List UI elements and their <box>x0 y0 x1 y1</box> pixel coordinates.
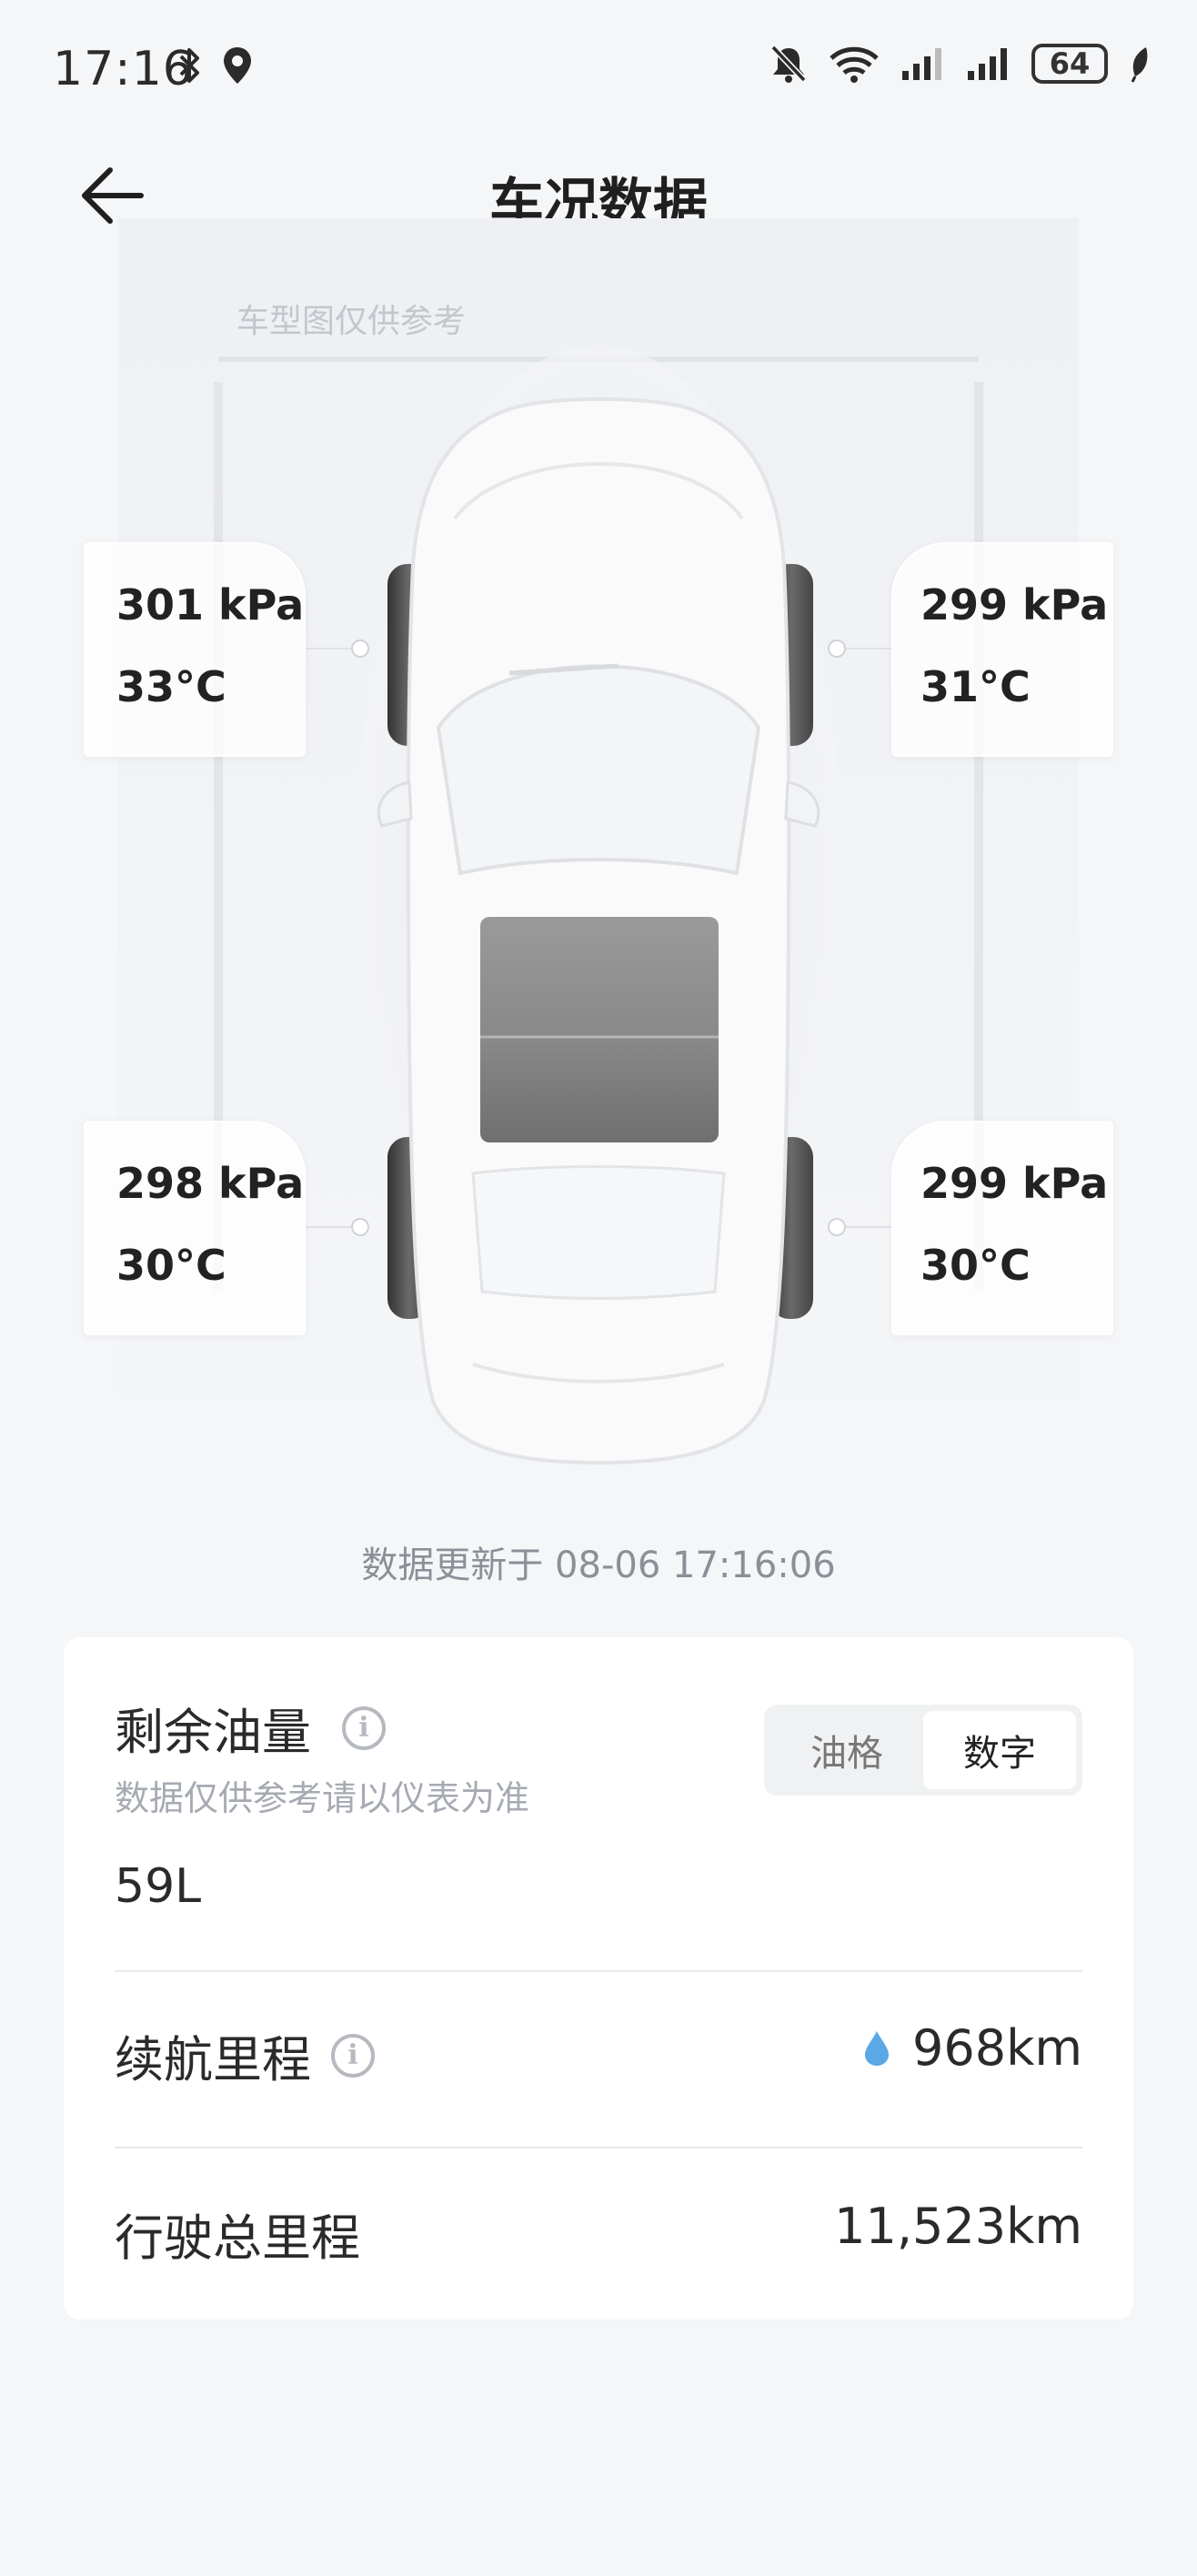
range-value-row: 968km <box>863 2019 1082 2077</box>
odometer-label: 行驶总里程 <box>115 2209 360 2267</box>
bluetooth-icon <box>179 48 199 83</box>
leaf-icon <box>1131 47 1148 83</box>
status-left-icons <box>178 45 253 86</box>
fuel-note: 数据仅供参考请以仪表为准 <box>115 1778 530 1818</box>
location-icon <box>224 47 251 84</box>
tire-pressure: 299 kPa <box>920 1159 1109 1208</box>
odometer-value: 11,523km <box>834 2198 1082 2255</box>
signal-icon <box>968 48 1007 80</box>
fuel-value: 59L <box>115 1859 202 1914</box>
divider <box>115 2147 1082 2148</box>
range-label: 续航里程 <box>115 2031 311 2088</box>
battery-level: 64 <box>1049 46 1091 81</box>
fuel-drop-icon <box>865 2030 890 2066</box>
fuel-display-toggle: 油格 数字 <box>764 1705 1082 1796</box>
status-bar: 17:16 64 <box>0 0 1197 136</box>
tire-pressure: 299 kPa <box>920 580 1109 629</box>
toggle-fuel-bars[interactable]: 油格 <box>770 1711 923 1789</box>
divider <box>115 1970 1082 1972</box>
status-time: 17:16 <box>53 42 194 96</box>
car-diagram: 车型图仅供参考 301 kPa 33°C 299 kPa 31°C 298 kP… <box>0 218 1197 1510</box>
tire-temperature: 31°C <box>920 662 1031 711</box>
range-value: 968km <box>912 2019 1082 2077</box>
tire-temperature: 30°C <box>116 1241 226 1290</box>
fuel-label: 剩余油量 <box>115 1704 311 1761</box>
tire-pressure: 301 kPa <box>116 580 305 629</box>
info-icon[interactable]: i <box>342 1706 386 1750</box>
toggle-fuel-number[interactable]: 数字 <box>923 1711 1076 1789</box>
tire-temperature: 33°C <box>116 662 226 711</box>
tire-card-rear-left: 298 kPa 30°C <box>84 1121 306 1335</box>
tire-card-rear-right: 299 kPa 30°C <box>891 1121 1113 1335</box>
tire-card-front-right: 299 kPa 31°C <box>891 542 1113 757</box>
info-icon[interactable]: i <box>331 2033 375 2078</box>
tire-card-front-left: 301 kPa 33°C <box>84 542 306 757</box>
model-disclaimer: 车型图仅供参考 <box>236 303 467 340</box>
range-label-row: 续航里程 i <box>115 2019 375 2091</box>
vehicle-info-card: 剩余油量 i 数据仅供参考请以仪表为准 油格 数字 59L 续航里程 i 968… <box>64 1637 1133 2319</box>
battery-icon: 64 <box>1031 44 1108 84</box>
fuel-section-title: 剩余油量 i <box>115 1692 386 1764</box>
mute-icon <box>770 45 807 83</box>
tire-temperature: 30°C <box>920 1241 1031 1290</box>
tire-pressure: 298 kPa <box>116 1159 305 1208</box>
data-updated-time: 数据更新于 08-06 17:16:06 <box>361 1545 836 1586</box>
wifi-icon <box>830 46 879 83</box>
status-right-icons: 64 <box>770 44 1152 84</box>
signal-icon <box>902 48 941 80</box>
